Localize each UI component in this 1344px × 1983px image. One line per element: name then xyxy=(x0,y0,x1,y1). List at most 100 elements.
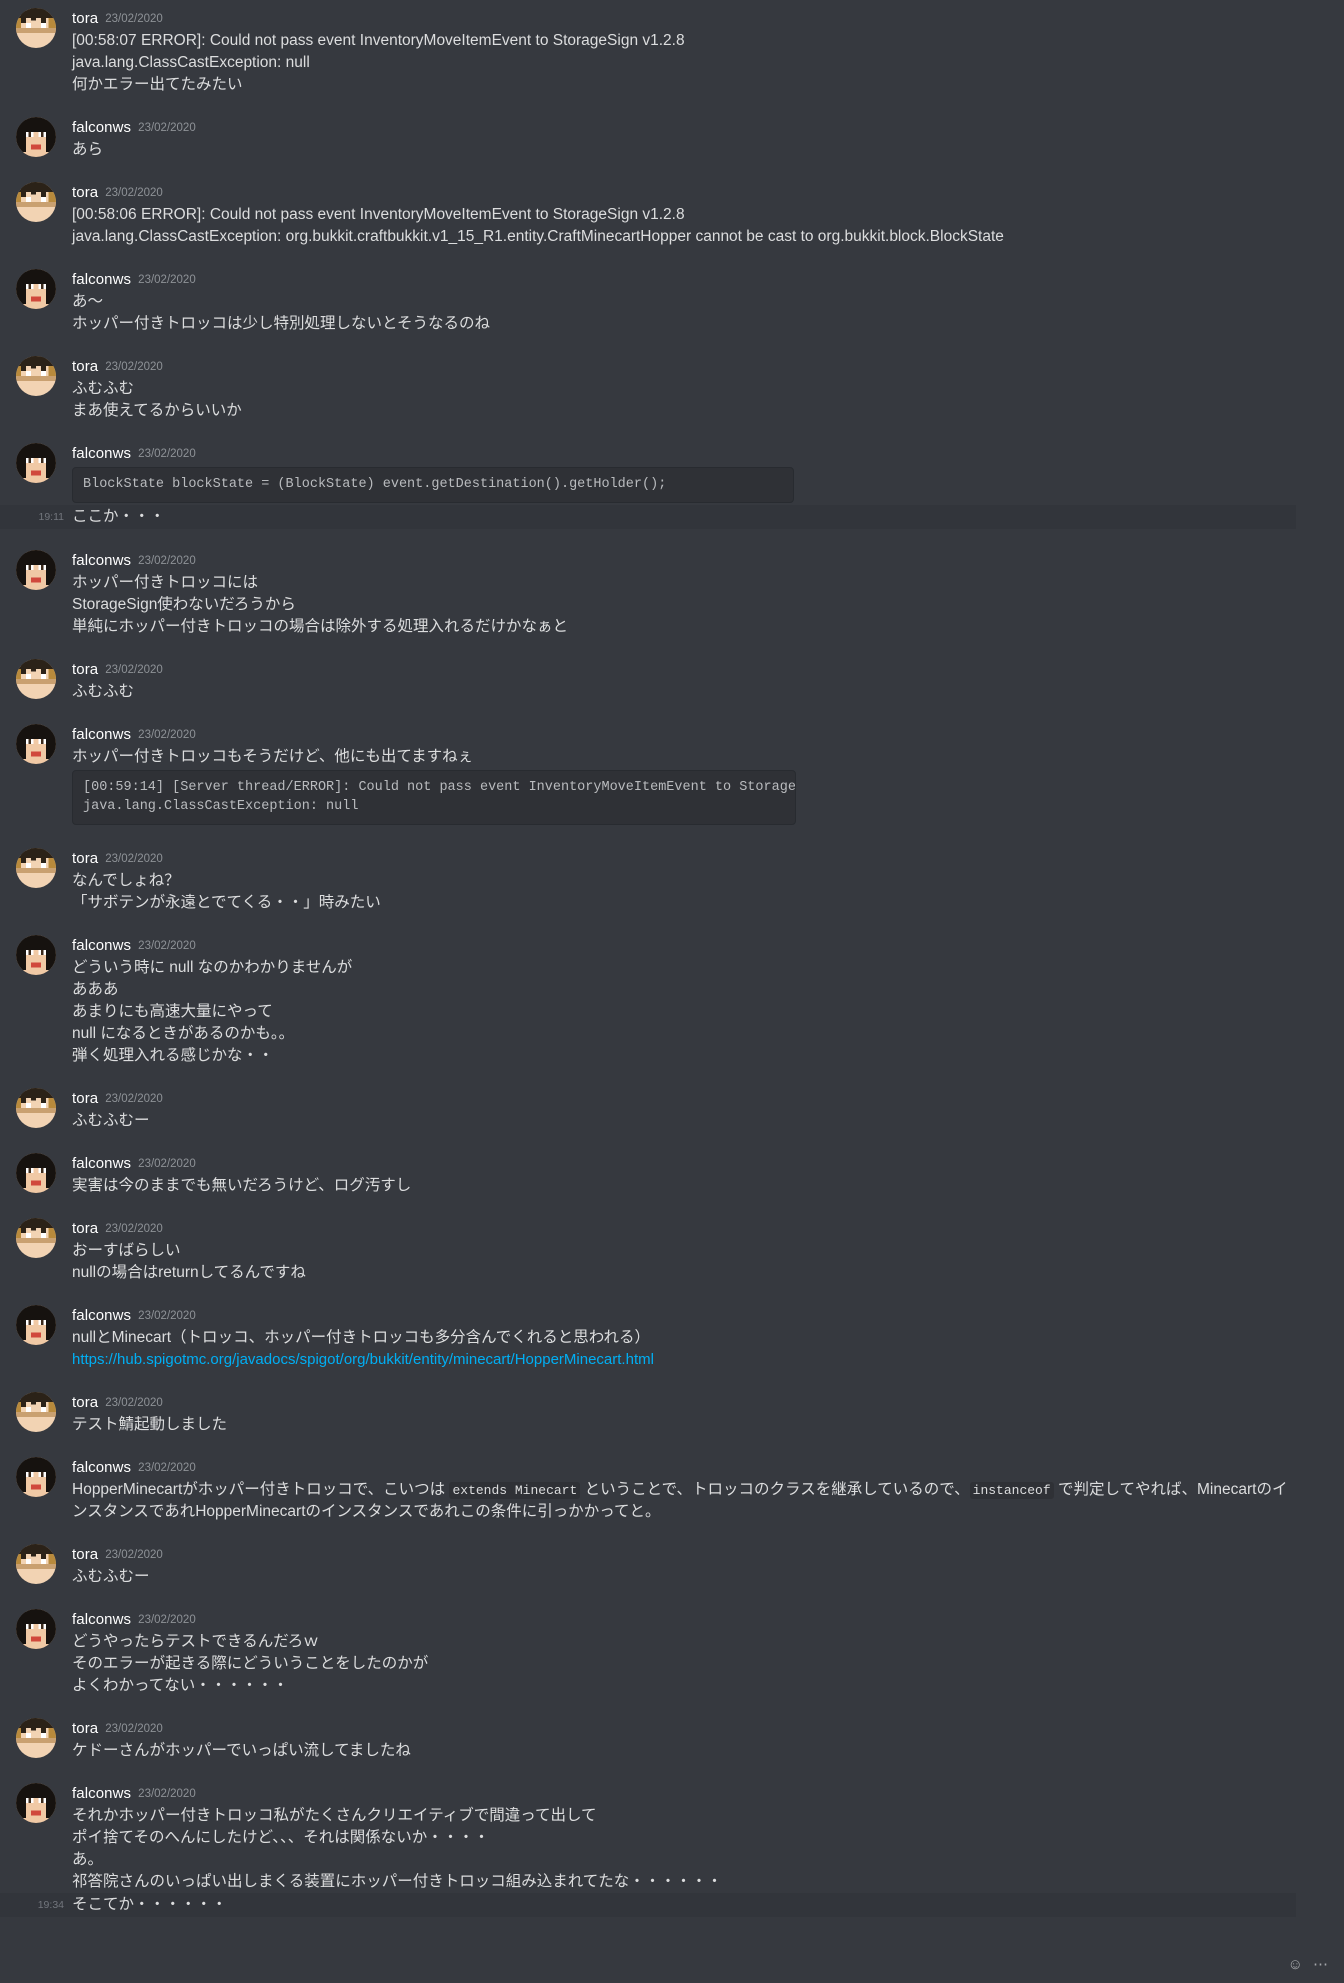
message-line: テスト鯖起動しました xyxy=(72,1416,228,1433)
avatar[interactable] xyxy=(16,182,56,222)
username[interactable]: falconws xyxy=(72,937,131,954)
message-line: ケドーさんがホッパーでいっぱい流してましたね xyxy=(72,1742,411,1759)
avatar[interactable] xyxy=(16,724,56,764)
message-group[interactable]: tora 23/02/2020 [00:58:07 ERROR]: Could no… xyxy=(0,6,1344,98)
message-timestamp: 23/02/2020 xyxy=(105,1093,163,1105)
message-group[interactable]: falconws 23/02/2020 あら xyxy=(0,115,1344,163)
message-header: falconws 23/02/2020 xyxy=(72,1305,1296,1327)
avatar[interactable] xyxy=(16,1153,56,1193)
username[interactable]: falconws xyxy=(72,271,131,288)
avatar[interactable] xyxy=(16,117,56,157)
code-block[interactable]: [00:59:14] [Server thread/ERROR]: Could … xyxy=(72,770,796,825)
discord-message-list[interactable]: tora 23/02/2020 [00:58:07 ERROR]: Could no… xyxy=(0,0,1344,1983)
message-group[interactable]: tora 23/02/2020 おーすばらしい nullの場合はreturnしてるんで… xyxy=(0,1216,1344,1286)
username[interactable]: tora xyxy=(72,358,98,375)
code-block[interactable]: BlockState blockState = (BlockState) eve… xyxy=(72,467,794,503)
message-group[interactable]: tora 23/02/2020 ふむふむ xyxy=(0,657,1344,705)
message-header: falconws 23/02/2020 xyxy=(72,1153,1296,1175)
username[interactable]: falconws xyxy=(72,1611,131,1628)
username[interactable]: tora xyxy=(72,1220,98,1237)
avatar[interactable] xyxy=(16,356,56,396)
avatar[interactable] xyxy=(16,1088,56,1128)
avatar[interactable] xyxy=(16,1392,56,1432)
username[interactable]: tora xyxy=(72,1720,98,1737)
message-group[interactable]: falconws 23/02/2020 どうやったらテストできるんだろｗ そのエラーが… xyxy=(0,1607,1344,1699)
username[interactable]: tora xyxy=(72,850,98,867)
message-group[interactable]: tora 23/02/2020 ふむふむー xyxy=(0,1542,1344,1590)
avatar[interactable] xyxy=(16,1544,56,1584)
message-line: あ〜 xyxy=(72,293,104,310)
message-group[interactable]: falconws 23/02/2020 どういう時に null なのかわかりませんが… xyxy=(0,933,1344,1069)
message-line-hovered[interactable]: 19:34 そこてか・・・・・・ xyxy=(0,1893,1296,1917)
username[interactable]: tora xyxy=(72,661,98,678)
avatar[interactable] xyxy=(16,1718,56,1758)
username[interactable]: falconws xyxy=(72,1459,131,1476)
avatar[interactable] xyxy=(16,1609,56,1649)
username[interactable]: tora xyxy=(72,1394,98,1411)
message-header: falconws 23/02/2020 xyxy=(72,1609,1296,1631)
message-group[interactable]: tora 23/02/2020 ケドーさんがホッパーでいっぱい流してましたね xyxy=(0,1716,1344,1764)
username[interactable]: falconws xyxy=(72,726,131,743)
avatar[interactable] xyxy=(16,935,56,975)
avatar[interactable] xyxy=(16,1783,56,1823)
username[interactable]: tora xyxy=(72,1090,98,1107)
message-line: 何かエラー出てたみたい xyxy=(72,76,243,93)
message-header: tora 23/02/2020 xyxy=(72,1718,1296,1740)
message-group[interactable]: tora 23/02/2020 [00:58:06 ERROR]: Could no… xyxy=(0,180,1344,250)
avatar[interactable] xyxy=(16,8,56,48)
avatar[interactable] xyxy=(16,269,56,309)
message-group[interactable]: tora 23/02/2020 ふむふむ まあ使えてるからいいか xyxy=(0,354,1344,424)
message-group[interactable]: falconws 23/02/2020 ホッパー付きトロッコもそうだけど、他にも出て… xyxy=(0,722,1344,829)
message-group[interactable]: falconws 23/02/2020 HopperMinecartがホッパー付きト… xyxy=(0,1455,1344,1525)
message-timestamp: 23/02/2020 xyxy=(105,361,163,373)
message-line: ふむふむー xyxy=(72,1568,150,1585)
message-header: tora 23/02/2020 xyxy=(72,1088,1296,1110)
text-segment: ということで、トロッコのクラスを継承しているので、 xyxy=(580,1481,970,1498)
username[interactable]: falconws xyxy=(72,1785,131,1802)
avatar[interactable] xyxy=(16,443,56,483)
message-line: あ。 xyxy=(72,1851,104,1868)
message-link[interactable]: https://hub.spigotmc.org/javadocs/spigot… xyxy=(72,1351,654,1368)
message-timestamp: 23/02/2020 xyxy=(138,729,196,741)
avatar[interactable] xyxy=(16,1457,56,1497)
username[interactable]: tora xyxy=(72,1546,98,1563)
username[interactable]: tora xyxy=(72,184,98,201)
message-group[interactable]: tora 23/02/2020 ふむふむー xyxy=(0,1086,1344,1134)
message-group[interactable]: falconws 23/02/2020 実害は今のままでも無いだろうけど、ログ汚すし xyxy=(0,1151,1344,1199)
avatar[interactable] xyxy=(16,1305,56,1345)
username[interactable]: falconws xyxy=(72,552,131,569)
message-timestamp: 23/02/2020 xyxy=(138,940,196,952)
message-group[interactable]: tora 23/02/2020 なんでしょね？ 「サボテンが永遠とでてくる・・」時みた… xyxy=(0,846,1344,916)
avatar[interactable] xyxy=(16,1218,56,1258)
username[interactable]: falconws xyxy=(72,119,131,136)
message-line: 実害は今のままでも無いだろうけど、ログ汚すし xyxy=(72,1177,412,1194)
avatar[interactable] xyxy=(16,550,56,590)
message-line: そのエラーが起きる際にどういうことをしたのかが xyxy=(72,1655,429,1672)
message-header: falconws 23/02/2020 xyxy=(72,443,1296,465)
message-line: どうやったらテストできるんだろｗ xyxy=(72,1633,319,1650)
message-group[interactable]: tora 23/02/2020 テスト鯖起動しました xyxy=(0,1390,1344,1438)
message-group[interactable]: falconws 23/02/2020 それかホッパー付きトロッコ私がたくさんクリエ… xyxy=(0,1781,1344,1919)
message-group[interactable]: falconws 23/02/2020 BlockState blockState … xyxy=(0,441,1344,531)
username[interactable]: falconws xyxy=(72,1307,131,1324)
avatar[interactable] xyxy=(16,659,56,699)
message-group[interactable]: falconws 23/02/2020 あ〜 ホッパー付きトロッコは少し特別処理しない… xyxy=(0,267,1344,337)
message-timestamp: 23/02/2020 xyxy=(105,853,163,865)
message-line: ふむふむ xyxy=(72,683,135,700)
username[interactable]: falconws xyxy=(72,1155,131,1172)
message-group[interactable]: falconws 23/02/2020 ホッパー付きトロッコには StorageSig… xyxy=(0,548,1344,640)
message-timestamp: 23/02/2020 xyxy=(138,122,196,134)
message-group[interactable]: falconws 23/02/2020 nullとMinecart（トロッコ、ホッパ… xyxy=(0,1303,1344,1373)
hover-timestamp: 19:11 xyxy=(38,511,65,523)
message-header: tora 23/02/2020 xyxy=(72,8,1296,30)
message-timestamp: 23/02/2020 xyxy=(138,1462,196,1474)
message-line: ふむふむー xyxy=(72,1112,150,1129)
username[interactable]: tora xyxy=(72,10,98,27)
username[interactable]: falconws xyxy=(72,445,131,462)
message-header: tora 23/02/2020 xyxy=(72,182,1296,204)
avatar[interactable] xyxy=(16,848,56,888)
message-line-hovered[interactable]: 19:11 ここか・・・ xyxy=(0,505,1296,529)
message-timestamp: 23/02/2020 xyxy=(138,1158,196,1170)
message-line: 単純にホッパー付きトロッコの場合は除外する処理入れるだけかなぁと xyxy=(72,618,569,635)
message-line: なんでしょね？ xyxy=(72,872,180,889)
